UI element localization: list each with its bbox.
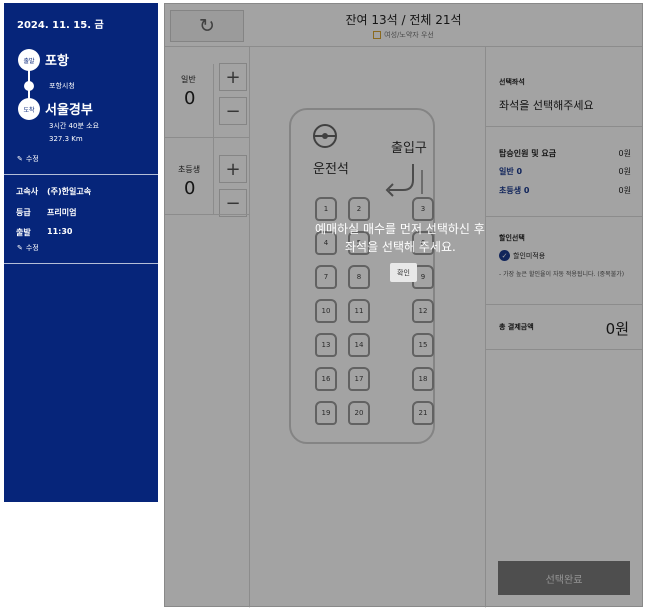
- stop-dot: [24, 81, 34, 91]
- pencil-icon: ✎: [17, 155, 23, 163]
- company-key: 고속사: [16, 187, 39, 196]
- grade-key: 등급: [16, 208, 31, 217]
- departure-key: 출발: [16, 228, 31, 237]
- edit-route-button[interactable]: ✎ 수정: [17, 154, 39, 164]
- modal-line-1: 예매하실 매수를 먼저 선택하신 후: [315, 222, 485, 236]
- grade-value: 프리미엄: [47, 208, 77, 217]
- divider: [4, 174, 158, 175]
- confirm-button[interactable]: 확인: [390, 263, 417, 282]
- origin-city: 포항: [45, 54, 69, 69]
- edit-bus-button[interactable]: ✎ 수정: [17, 243, 39, 253]
- journey-sidebar: 2024. 11. 15. 금 출발 포항 포항시청 도착 서울경부 3시간 4…: [4, 3, 158, 502]
- destination-city: 서울경부: [45, 103, 93, 118]
- grade-row: 등급 프리미엄: [16, 207, 76, 218]
- company-value: (주)한일고속: [47, 187, 92, 196]
- trip-distance: 327.3 Km: [49, 135, 83, 143]
- departure-row: 출발 11:30: [16, 227, 72, 238]
- divider: [4, 263, 158, 264]
- origin-badge: 출발: [18, 49, 40, 71]
- modal-overlay: [164, 3, 643, 607]
- travel-date: 2024. 11. 15. 금: [17, 20, 104, 31]
- modal-line-2: 좌석을 선택해 주세요.: [345, 240, 456, 254]
- pencil-icon: ✎: [17, 244, 23, 252]
- stop-name: 포항시청: [49, 82, 75, 90]
- departure-value: 11:30: [47, 227, 73, 236]
- company-row: 고속사 (주)한일고속: [16, 186, 91, 197]
- destination-badge: 도착: [18, 98, 40, 120]
- trip-duration: 3시간 40분 소요: [49, 122, 100, 130]
- edit-label: 수정: [25, 244, 39, 252]
- edit-label: 수정: [25, 155, 39, 163]
